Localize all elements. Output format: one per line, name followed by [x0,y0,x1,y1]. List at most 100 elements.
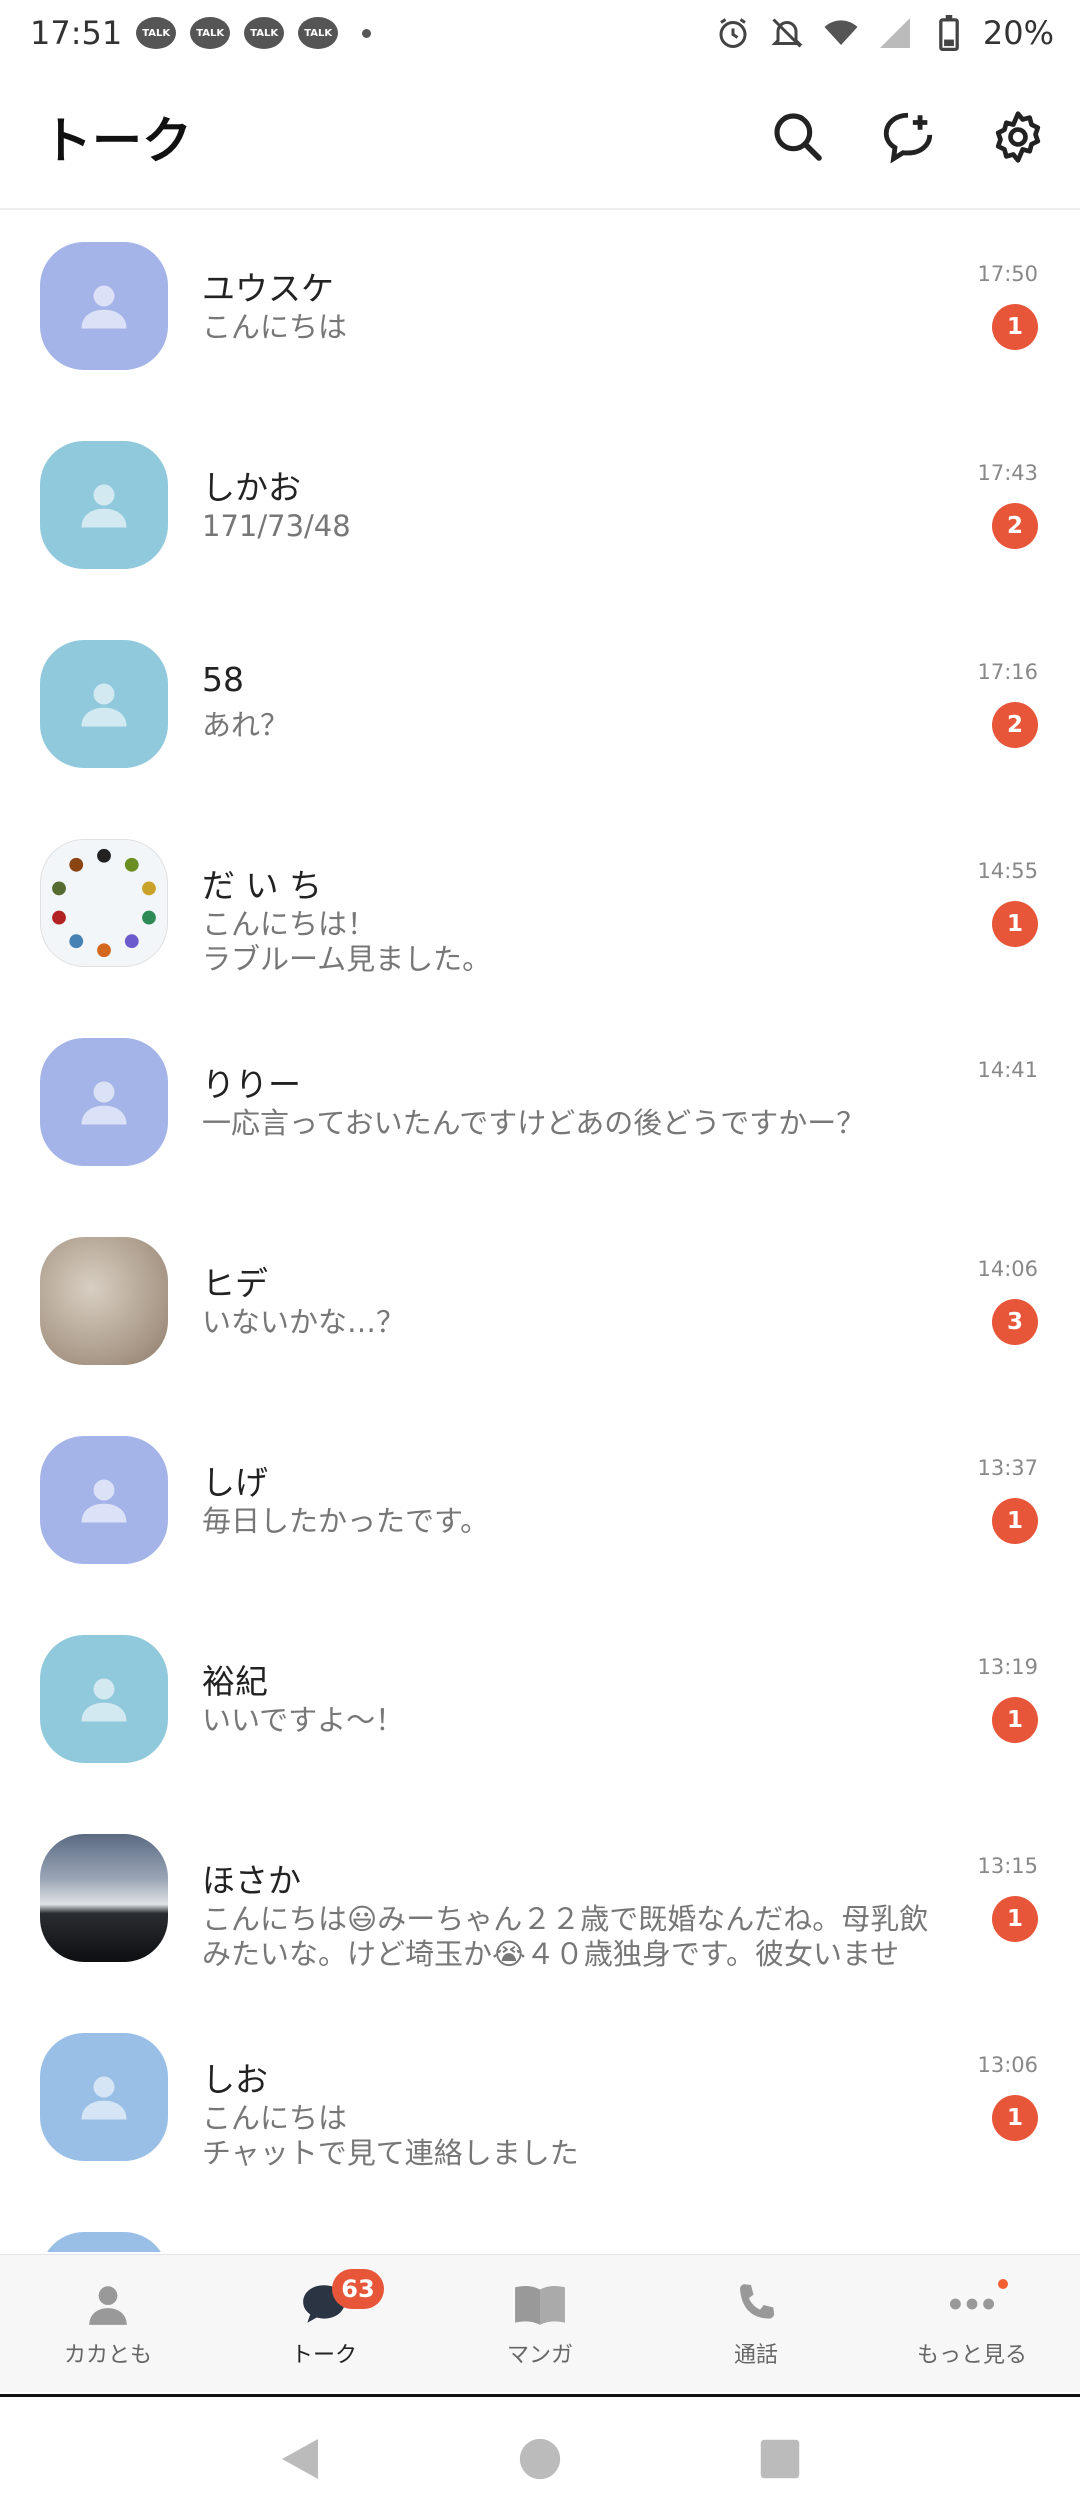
nav-more-label: もっと見る [916,2342,1027,2368]
chat-list: ユウスケ こんにちは 17:50 1 しかお 171/73/48 17:43 2 58 あれ？ 17… [0,212,1080,2252]
talk-notification-icon: TALK [244,17,285,49]
avatar[interactable] [40,2033,168,2161]
talk-unread-badge: 63 [332,2268,384,2309]
home-icon [519,2438,561,2479]
settings-button[interactable] [986,105,1050,169]
avatar[interactable] [40,2232,168,2252]
avatar[interactable] [40,441,168,569]
status-bar-right: 20% [713,13,1054,53]
signal-icon [875,13,915,53]
chat-name: ほさか [202,1861,301,1900]
chat-row[interactable]: だ い ちこんにちは！ ラブルーム見ました。 14:55 1 [0,809,1080,1008]
system-recents-button[interactable] [750,2429,810,2489]
chat-preview: 毎日したかったです。 [202,1504,490,1538]
unread-badge: 2 [992,702,1038,748]
avatar[interactable] [40,1635,168,1763]
nav-manga-label: マンガ [506,2342,573,2368]
chat-preview: いないかな…？ [202,1305,406,1339]
search-icon [774,113,822,161]
chat-name: ヒデ [202,1264,268,1303]
nav-friends-label: カカとも [63,2342,152,2368]
unread-badge: 1 [992,2095,1038,2141]
back-icon [282,2438,318,2479]
chat-name: しお [202,2060,268,2099]
talk-notification-icon: TALK [136,17,177,49]
more-notifications-dot-icon [362,28,372,38]
status-time: 17:51 [30,14,123,52]
nav-talk-label: トーク [290,2342,357,2368]
new-chat-icon [883,112,933,164]
chat-preview: あれ？ [202,708,290,742]
new-chat-button[interactable] [876,105,940,169]
settings-icon [995,111,1041,163]
nav-manga[interactable]: マンガ [450,2255,630,2393]
chat-time: 13:37 [977,1456,1038,1480]
nav-more[interactable]: もっと見る [882,2255,1062,2393]
avatar[interactable] [40,1436,168,1564]
page-title: トーク [42,112,192,170]
system-home-button[interactable] [510,2429,570,2489]
phone-icon [739,2283,775,2319]
unread-badge: 1 [992,1896,1038,1942]
chat-row[interactable]: ヒデ いないかな…？ 14:06 3 [0,1207,1080,1406]
more-new-dot [998,2278,1008,2289]
chat-name: しかお [202,468,301,507]
talk-notification-icon: TALK [298,17,339,49]
chat-preview: こんにちは！ ラブルーム見ました。 [202,907,492,976]
unread-badge: 1 [992,901,1038,947]
avatar[interactable] [40,1038,168,1166]
nav-friends[interactable]: カカとも [18,2255,198,2393]
chat-row[interactable]: ユウスケ こんにちは 17:50 1 [0,212,1080,411]
chat-row[interactable] [0,2202,1080,2252]
battery-icon [929,13,969,53]
chat-time: 14:06 [977,1257,1038,1281]
chat-preview: 171/73/48 [202,509,351,543]
system-back-button[interactable] [270,2429,330,2489]
unread-badge: 1 [992,304,1038,350]
app-header: トーク [0,66,1080,210]
person-icon [89,2285,127,2325]
header-actions [766,105,1050,169]
status-bar-left: 17:51 TALK TALK TALK TALK [30,14,372,52]
nav-call[interactable]: 通話 [666,2255,846,2393]
chat-row[interactable]: しかお 171/73/48 17:43 2 [0,411,1080,610]
recents-icon [760,2439,800,2478]
chat-row[interactable]: しお こんにちは チャットで見て連絡しました 13:06 1 [0,2003,1080,2202]
chat-preview: こんにちは [202,310,348,344]
talk-notification-icon: TALK [190,17,231,49]
unread-badge: 1 [992,1697,1038,1743]
avatar[interactable] [40,1834,168,1962]
system-nav-bar [0,2394,1080,2520]
chat-time: 13:06 [977,2053,1038,2077]
battery-percent: 20% [982,14,1054,52]
nav-talk[interactable]: 63 トーク [234,2255,414,2393]
chat-name: りりー [202,1065,301,1104]
chat-name: だ い ち [202,866,322,905]
chat-preview: こんにちは😃みーちゃん２２歳で既婚なんだね。母乳飲 みたいな。けど埼玉か😭４０歳… [202,1902,929,1971]
avatar[interactable] [40,839,168,967]
chat-preview: こんにちは チャットで見て連絡しました [202,2101,579,2170]
unread-badge: 3 [992,1299,1038,1345]
chat-time: 17:50 [977,262,1038,286]
unread-badge: 2 [992,503,1038,549]
chat-row[interactable]: りりー 一応言っておいたんですけどあの後どうですかー？ 14:41 [0,1008,1080,1207]
chat-name: 58 [202,660,244,699]
avatar[interactable] [40,640,168,768]
chat-row[interactable]: 裕紀 いいですよ〜！ 13:19 1 [0,1605,1080,1804]
chat-row[interactable]: しげ 毎日したかったです。 13:37 1 [0,1406,1080,1605]
chat-preview: いいですよ〜！ [202,1703,405,1737]
wifi-icon [821,13,861,53]
notifications-off-icon [767,13,807,53]
avatar[interactable] [40,1237,168,1365]
chat-name: しげ [202,1463,268,1502]
search-button[interactable] [766,105,830,169]
avatar[interactable] [40,242,168,370]
chat-time: 14:41 [977,1058,1038,1082]
more-dots-icon [949,2298,995,2309]
unread-badge: 1 [992,1498,1038,1544]
chat-time: 13:19 [977,1655,1038,1679]
chat-preview: 一応言っておいたんですけどあの後どうですかー？ [202,1106,866,1140]
chat-row[interactable]: ほさか こんにちは😃みーちゃん２２歳で既婚なんだね。母乳飲 みたいな。けど埼玉か😭… [0,1804,1080,2003]
chat-row[interactable]: 58 あれ？ 17:16 2 [0,610,1080,809]
alarm-icon [713,13,753,53]
